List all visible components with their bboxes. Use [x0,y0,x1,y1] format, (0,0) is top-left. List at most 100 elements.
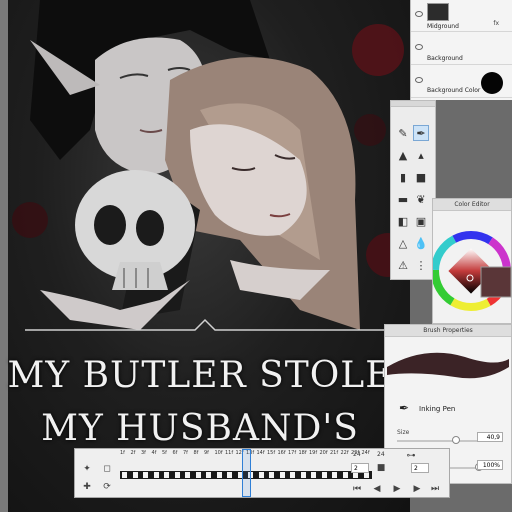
add-cel-icon[interactable]: ✚ [81,481,93,493]
inking-pen-icon: ✒ [399,401,410,415]
visibility-eye-icon[interactable] [415,77,423,83]
frame-cell[interactable] [321,472,327,478]
frame-cell[interactable] [300,472,306,478]
frame-number[interactable]: 19f [309,450,317,456]
size-slider-track[interactable] [397,440,479,442]
next-frame-icon[interactable]: ▶ [411,483,423,495]
app-window: MY BUTLER STOLE MY HUSBAND'S FACE Midgro… [0,0,512,512]
palette-grip[interactable] [391,101,435,107]
frame-number[interactable]: 9f [204,450,209,456]
frame-cell[interactable] [269,472,274,478]
layers-panel: Midground fx Background Background Color [410,0,512,100]
pencil-icon[interactable]: ✎ [395,125,411,141]
frame-number[interactable]: 6f [173,450,178,456]
frame-cell[interactable] [311,472,316,478]
opacity-value-field[interactable]: 100% [477,460,503,470]
frame-number[interactable]: 20f [320,450,328,456]
inking-pen-icon[interactable]: ✒ [413,125,429,141]
frame-number[interactable]: 11f [225,450,233,456]
brush-name: Inking Pen [419,405,456,413]
frame-cell[interactable] [258,472,264,478]
water-drop-icon[interactable]: 💧 [413,235,429,251]
frame-number[interactable]: 24f [362,450,370,456]
frame-cell[interactable] [185,472,190,478]
size-value-field[interactable]: 40,9 [477,432,503,442]
layer-name: Background Color [427,87,481,94]
layer-name: Midground [427,23,459,30]
marker-icon[interactable]: ▮ [395,169,411,185]
loop-icon[interactable]: ⊶ [405,450,417,462]
frame-cell[interactable] [174,472,180,478]
frame-number[interactable]: 5f [162,450,167,456]
frame-cell[interactable] [195,472,201,478]
frame-cell[interactable] [342,472,348,478]
frame-number[interactable]: 15f [267,450,275,456]
speed-field[interactable]: 2 [351,463,369,473]
onion-skin-icon[interactable]: ✦ [81,463,93,475]
paint-brush-icon[interactable]: ▴ [413,147,429,163]
tools-palette: ✎ ✒ ▲ ▴ ▮ ■ ▬ ❦ ◧ ▣ △ 💧 ⚠ ⋮ [390,100,436,280]
smudge-icon[interactable]: ◧ [395,213,411,229]
layer-name: Background [427,55,463,62]
frame-number[interactable]: 10f [215,450,223,456]
artwork-canvas[interactable]: MY BUTLER STOLE MY HUSBAND'S FACE [0,0,410,512]
frame-count-label: 24 [353,451,361,458]
frame-cell[interactable] [206,472,211,478]
frame-number[interactable]: 18f [299,450,307,456]
frame-cell[interactable] [164,472,169,478]
fill-bucket-icon[interactable]: ■ [413,169,429,185]
frame-number[interactable]: 1f [120,450,125,456]
size-label: Size [397,429,410,436]
frame-number[interactable]: 16f [278,450,286,456]
last-frame-icon[interactable]: ⏭ [429,483,441,495]
layer-row-midground[interactable]: Midground fx [411,0,512,32]
brush-stroke-preview [387,352,509,379]
frame-cell[interactable] [143,472,148,478]
add-frame-icon[interactable]: ◻ [101,463,113,475]
frame-number[interactable]: 17f [288,450,296,456]
playhead[interactable] [242,449,251,497]
layer-thumbnail [427,3,449,21]
frame-number[interactable]: 2f [131,450,136,456]
layer-effects-label: fx [493,20,499,27]
frame-cell[interactable] [279,472,285,478]
frame-cell[interactable] [290,472,295,478]
frame-number[interactable]: 21f [330,450,338,456]
frame-cell[interactable] [153,472,159,478]
frame-number[interactable]: 4f [152,450,157,456]
frame-number[interactable]: 3f [141,450,146,456]
airbrush-icon[interactable]: ▲ [395,147,411,163]
stop-icon[interactable]: ■ [375,462,387,474]
fan-brush-icon[interactable]: ❦ [413,191,429,207]
layer-row-background[interactable]: Background [411,33,512,65]
frame-cell[interactable] [122,472,127,478]
frame-number[interactable]: 14f [257,450,265,456]
frame-settings-icon[interactable]: ⟳ [101,481,113,493]
eraser-icon[interactable]: ▬ [395,191,411,207]
sharpen-icon[interactable]: ⚠ [395,257,411,273]
background-color-swatch[interactable] [481,72,503,94]
panel-title: Color Editor [433,199,511,211]
frame-number[interactable]: 8f [194,450,199,456]
visibility-eye-icon[interactable] [415,44,423,50]
panel-title: Brush Properties [385,325,511,337]
bucket-icon[interactable]: ▣ [413,213,429,229]
frame-number[interactable]: 7f [183,450,188,456]
color-editor-panel: Color Editor [431,198,512,324]
first-frame-icon[interactable]: ⏮ [351,483,363,495]
blur-icon[interactable]: ⋮ [413,257,429,273]
loop-field[interactable]: 2 [411,463,429,473]
color-wheel[interactable] [431,211,512,323]
play-icon[interactable]: ▶ [391,483,403,495]
size-slider-knob[interactable] [452,436,461,444]
frame-cell[interactable] [216,472,222,478]
animation-timeline: ✦ ◻ ✚ ⟳ 1f 2f 3f 4f 5f 6f 7f 8f 9f 10f 11f 12f 13f 14… [74,448,450,498]
frame-cell[interactable] [132,472,138,478]
frame-cell[interactable] [332,472,337,478]
triangle-icon[interactable]: △ [395,235,411,251]
frame-cell[interactable] [227,472,232,478]
frame-number[interactable]: 22f [341,450,349,456]
previous-frame-icon[interactable]: ◀ [371,483,383,495]
visibility-eye-icon[interactable] [415,11,423,17]
layer-row-background-color[interactable]: Background Color [411,66,512,98]
